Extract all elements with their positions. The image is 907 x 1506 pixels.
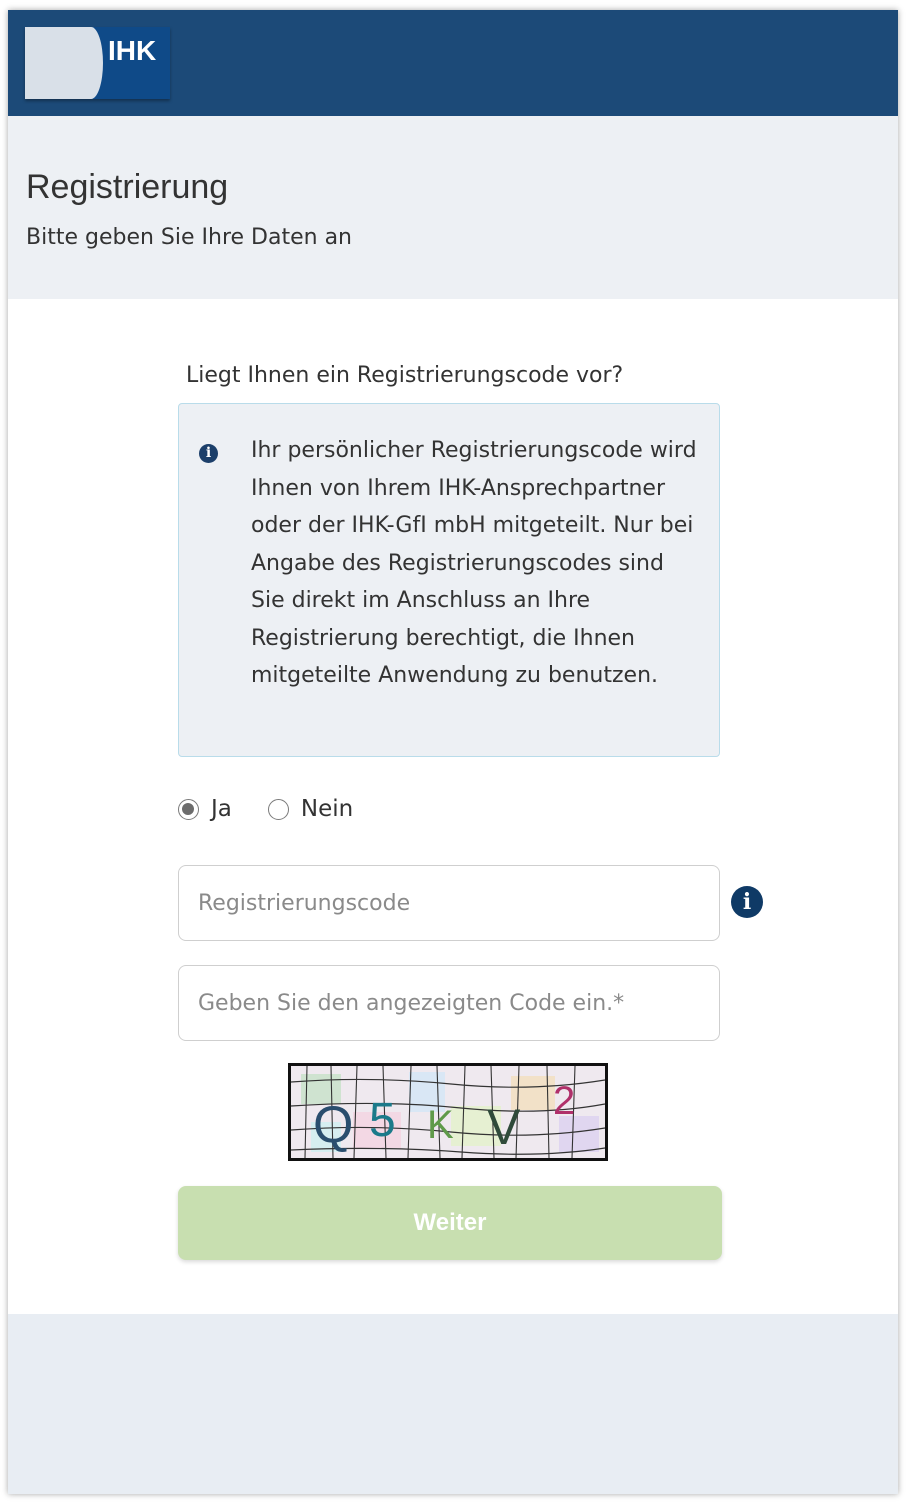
- info-alert: i Ihr persönlicher Registrierungscode wi…: [178, 403, 720, 757]
- captcha-char-2: 5: [369, 1094, 396, 1147]
- footer-band: [8, 1314, 898, 1494]
- page-title: Registrierung: [26, 168, 229, 206]
- captcha-char-3: K: [427, 1103, 454, 1147]
- info-icon: i: [199, 444, 218, 463]
- radio-nein[interactable]: [267, 798, 289, 820]
- captcha-graphic: Q 5 K V 2: [291, 1066, 605, 1158]
- radio-nein-label[interactable]: Nein: [301, 796, 353, 822]
- captcha-input[interactable]: [178, 965, 720, 1041]
- registration-form: Liegt Ihnen ein Registrierungscode vor? …: [8, 299, 898, 1314]
- logo-text: IHK: [108, 35, 157, 66]
- radio-ja-label[interactable]: Ja: [211, 796, 232, 822]
- registration-code-question: Liegt Ihnen ein Registrierungscode vor?: [186, 363, 624, 388]
- page-subtitle: Bitte geben Sie Ihre Daten an: [26, 225, 352, 250]
- top-bar: IHK: [8, 10, 898, 116]
- ihk-logo[interactable]: IHK: [25, 27, 170, 99]
- page-frame: IHK Registrierung Bitte geben Sie Ihre D…: [8, 10, 898, 1494]
- captcha-char-4: V: [487, 1099, 521, 1155]
- logo-shape: [25, 27, 103, 99]
- registration-code-radio-group: Ja Nein: [178, 796, 389, 822]
- captcha-char-1: Q: [313, 1096, 353, 1154]
- captcha-char-5: 2: [553, 1079, 575, 1123]
- registration-code-input[interactable]: [178, 865, 720, 941]
- weiter-button[interactable]: Weiter: [178, 1186, 722, 1260]
- registration-code-info-icon[interactable]: i: [731, 886, 763, 918]
- captcha-image: Q 5 K V 2: [288, 1063, 608, 1161]
- page-header: Registrierung Bitte geben Sie Ihre Daten…: [8, 116, 898, 299]
- info-text: Ihr persönlicher Registrierungscode wird…: [251, 438, 697, 688]
- radio-ja[interactable]: [178, 798, 199, 820]
